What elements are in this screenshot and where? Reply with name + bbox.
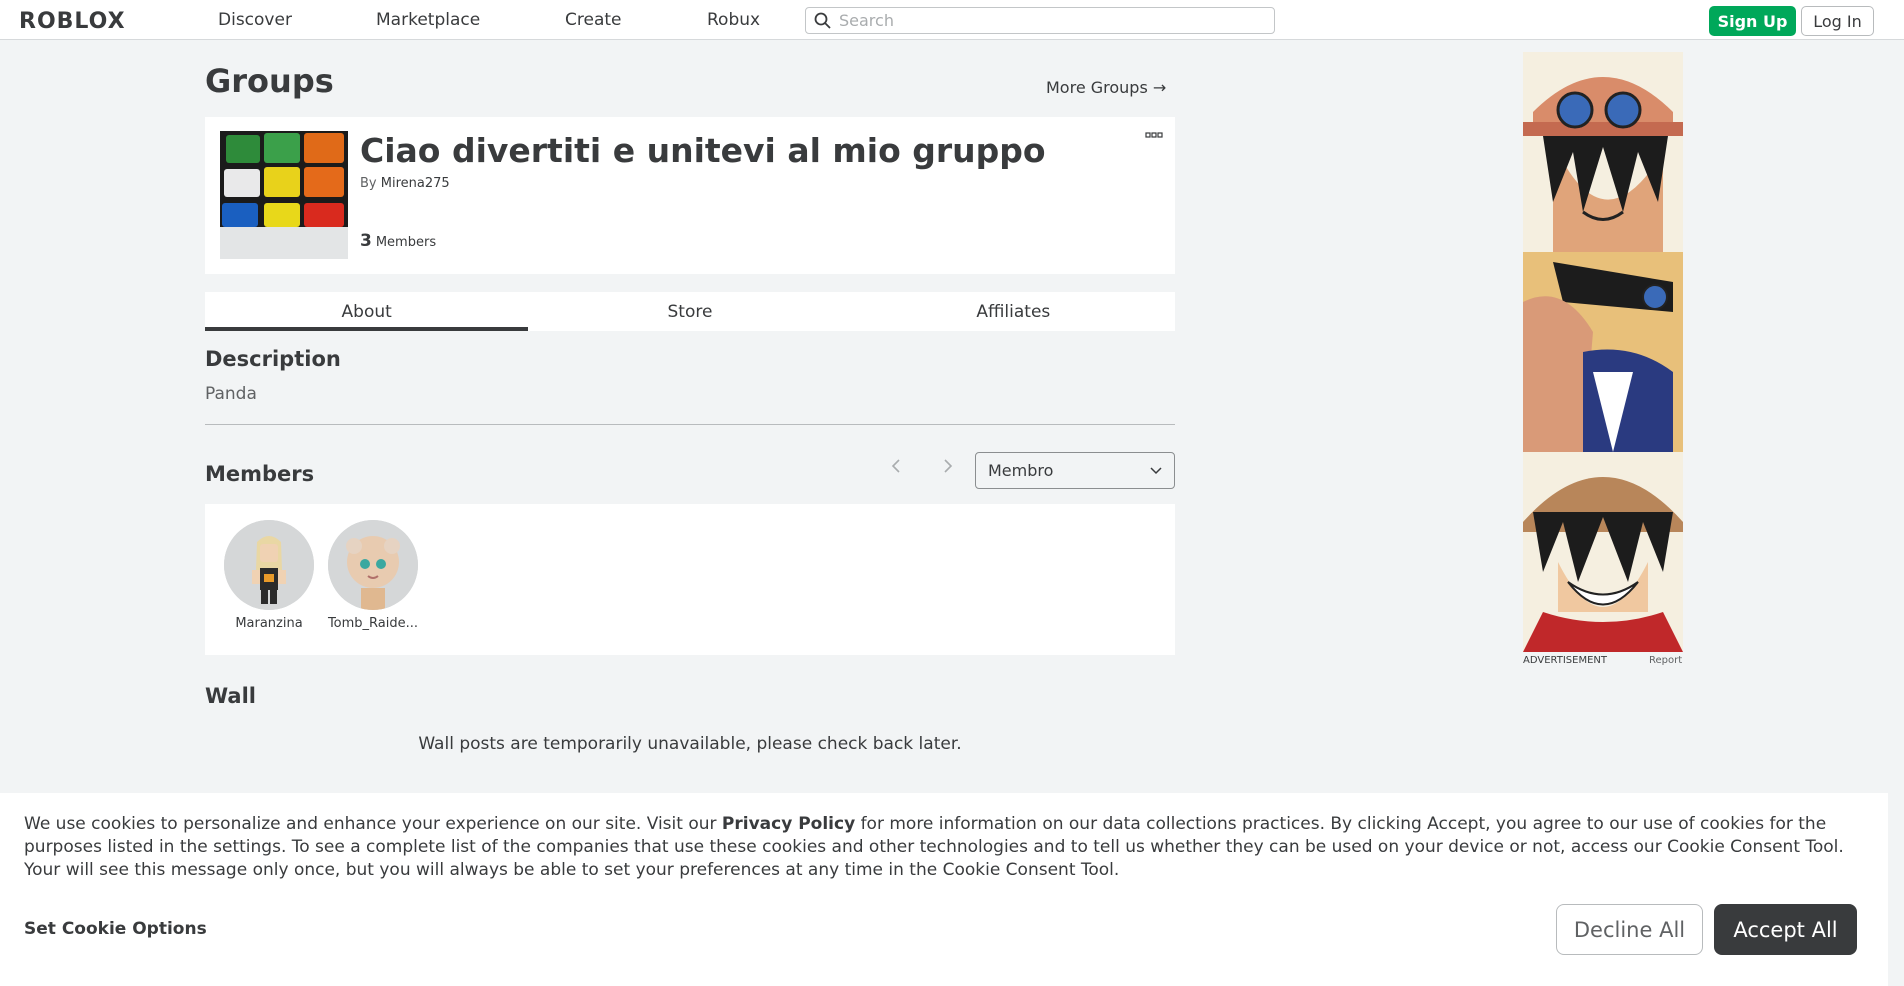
search-input[interactable] xyxy=(839,11,1259,30)
cookie-banner: We use cookies to personalize and enhanc… xyxy=(0,793,1888,986)
wall-heading: Wall xyxy=(205,684,256,708)
role-dropdown[interactable]: Membro xyxy=(975,452,1175,489)
description-heading: Description xyxy=(205,347,341,371)
wall-unavailable-message: Wall posts are temporarily unavailable, … xyxy=(418,734,962,754)
decline-all-button[interactable]: Decline All xyxy=(1556,904,1703,955)
search-icon xyxy=(814,12,831,29)
tab-store[interactable]: Store xyxy=(528,292,851,331)
avatar[interactable] xyxy=(328,520,418,610)
nav-link-robux[interactable]: Robux xyxy=(707,10,760,30)
more-options-icon[interactable] xyxy=(1145,131,1163,139)
avatar[interactable] xyxy=(224,520,314,610)
cookie-message: We use cookies to personalize and enhanc… xyxy=(24,813,1864,882)
nav-link-marketplace[interactable]: Marketplace xyxy=(376,10,480,30)
search-box xyxy=(805,7,1275,34)
description-text: Panda xyxy=(205,384,257,404)
accept-all-button[interactable]: Accept All xyxy=(1714,904,1857,955)
group-emblem xyxy=(220,131,348,259)
member-count-number: 3 xyxy=(360,231,372,251)
roblox-logo[interactable]: ROBLOX xyxy=(19,9,126,34)
page-title: Groups xyxy=(205,62,334,100)
log-in-button[interactable]: Log In xyxy=(1801,6,1874,36)
group-owner-link[interactable]: Mirena275 xyxy=(381,176,450,191)
nav-link-create[interactable]: Create xyxy=(565,10,622,30)
group-tabs: About Store Affiliates xyxy=(205,292,1175,331)
member-tile[interactable]: Maranzina xyxy=(223,520,315,631)
advertisement-label: ADVERTISEMENT xyxy=(1523,655,1608,666)
group-header-card: Ciao divertiti e unitevi al mio gruppo B… xyxy=(205,117,1175,274)
tab-affiliates[interactable]: Affiliates xyxy=(852,292,1175,331)
group-member-count: 3 Members xyxy=(360,231,436,251)
tab-about[interactable]: About xyxy=(205,292,529,331)
members-list: Maranzina Tomb_Raide... xyxy=(205,504,1175,655)
member-count-label: Members xyxy=(375,235,437,250)
next-page-icon[interactable] xyxy=(942,458,954,474)
member-name[interactable]: Maranzina xyxy=(223,616,315,631)
group-owner-line: By Mirena275 xyxy=(360,176,450,191)
cookie-text-before: We use cookies to personalize and enhanc… xyxy=(24,814,722,834)
member-tile[interactable]: Tomb_Raide... xyxy=(327,520,419,631)
chevron-down-icon xyxy=(1150,467,1162,475)
member-name[interactable]: Tomb_Raide... xyxy=(327,616,419,631)
by-label: By xyxy=(360,176,377,191)
report-ad-link[interactable]: Report xyxy=(1649,655,1682,666)
role-dropdown-value: Membro xyxy=(988,461,1054,480)
previous-page-icon[interactable] xyxy=(890,458,902,474)
group-name: Ciao divertiti e unitevi al mio gruppo xyxy=(360,131,1046,170)
set-cookie-options-link[interactable]: Set Cookie Options xyxy=(24,919,207,939)
section-divider xyxy=(205,424,1175,425)
top-navigation: ROBLOX Discover Marketplace Create Robux… xyxy=(0,0,1904,40)
advertisement-banner[interactable] xyxy=(1523,52,1683,652)
nav-link-discover[interactable]: Discover xyxy=(218,10,292,30)
privacy-policy-link[interactable]: Privacy Policy xyxy=(722,814,855,834)
sign-up-button[interactable]: Sign Up xyxy=(1709,6,1796,36)
more-groups-link[interactable]: More Groups → xyxy=(1046,78,1166,97)
members-heading: Members xyxy=(205,462,315,486)
